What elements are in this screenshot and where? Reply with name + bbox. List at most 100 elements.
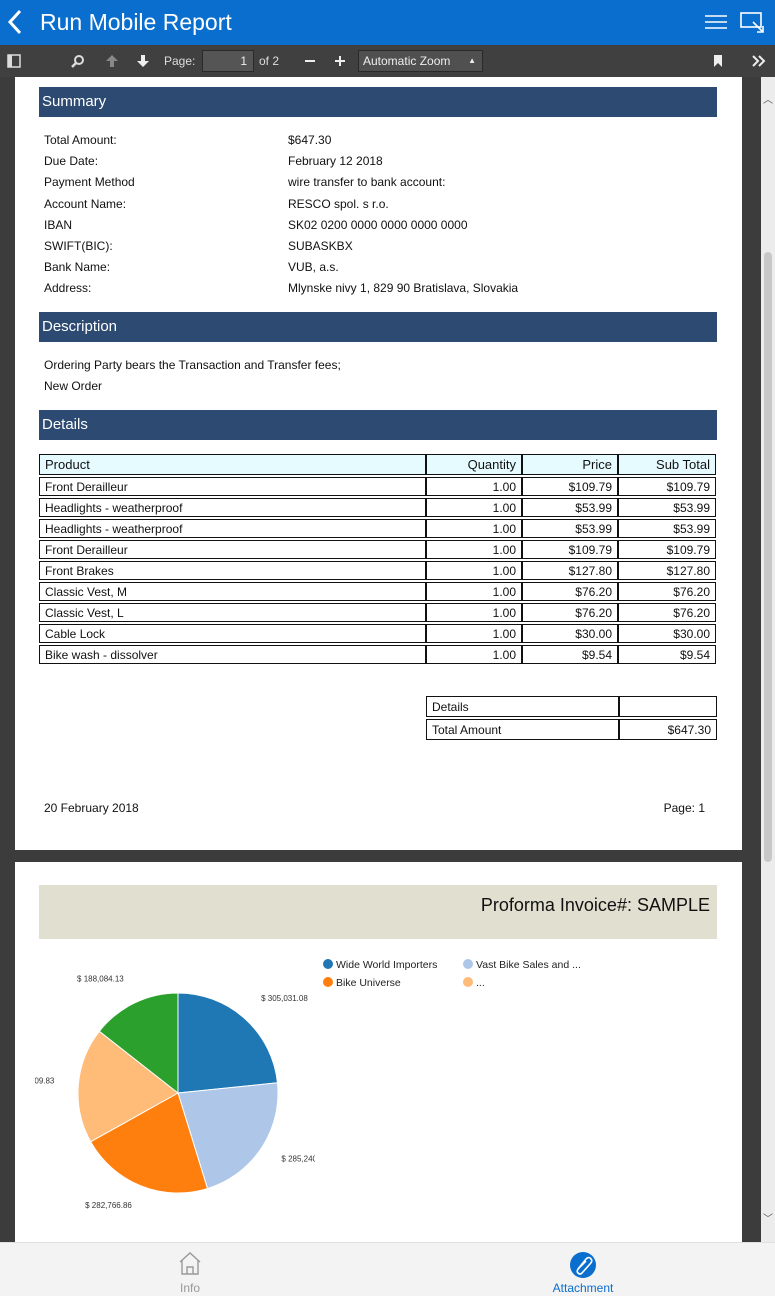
summary-value: Mlynske nivy 1, 829 90 Bratislava, Slova…: [288, 281, 519, 295]
pie-chart: $ 305,031.08 $ 285,240.95 $ 282,766.86 243,…: [35, 974, 315, 1210]
zoom-out-icon[interactable]: [300, 50, 320, 72]
table-cell: $109.79: [522, 540, 618, 559]
next-page-icon[interactable]: [133, 50, 153, 72]
summary-label: Bank Name:: [44, 260, 111, 274]
legend-label: Vast Bike Sales and ...: [476, 959, 581, 971]
report-page-2: Proforma Invoice#: SAMPLE Wide World Imp…: [15, 862, 742, 1242]
pie-slice: [177, 992, 279, 1094]
totals-row: Details: [426, 696, 717, 717]
page-count: of 2: [259, 54, 280, 68]
table-row: Headlights - weatherproof 1.00 $53.99 $5…: [39, 498, 716, 517]
summary-value: SUBASKBX: [288, 239, 353, 253]
bottom-navigation: Info Attachment: [0, 1242, 775, 1296]
app-header: Run Mobile Report: [0, 0, 775, 45]
nav-info[interactable]: Info: [110, 1243, 270, 1296]
summary-label: Total Amount:: [44, 133, 117, 147]
page-number-input[interactable]: 1: [202, 50, 254, 72]
summary-value: February 12 2018: [288, 154, 383, 168]
table-cell: $30.00: [522, 624, 618, 643]
back-arrow-icon[interactable]: [4, 7, 28, 37]
table-row: Cable Lock 1.00 $30.00 $30.00: [39, 624, 716, 643]
legend-swatch: [463, 977, 473, 987]
table-cell: $53.99: [522, 519, 618, 538]
table-cell: 1.00: [426, 519, 522, 538]
invoice-title-bar: Proforma Invoice#: SAMPLE: [39, 885, 717, 939]
table-cell: Front Brakes: [39, 561, 426, 580]
bookmark-icon[interactable]: [709, 50, 727, 72]
table-cell: $76.20: [522, 603, 618, 622]
table-cell: $9.54: [522, 645, 618, 664]
pdf-toolbar: Page: 1 of 2 Automatic Zoom ▲: [0, 45, 775, 77]
description-line: New Order: [44, 379, 103, 393]
footer-page-number: Page: 1: [663, 801, 705, 815]
document-viewer[interactable]: Summary Total Amount: $647.30 Due Date: …: [0, 77, 775, 1242]
table-cell: $109.79: [522, 477, 618, 496]
legend-label: Bike Universe: [336, 977, 401, 989]
table-cell: Front Derailleur: [39, 477, 426, 496]
summary-label: Address:: [44, 281, 92, 295]
totals-table: Details Total Amount $647.30: [426, 694, 717, 742]
table-cell: 1.00: [426, 582, 522, 601]
table-header-row: Product Quantity Price Sub Total: [39, 454, 716, 475]
table-row: Classic Vest, L 1.00 $76.20 $76.20: [39, 603, 716, 622]
table-row: Front Brakes 1.00 $127.80 $127.80: [39, 561, 716, 580]
open-external-icon[interactable]: [739, 10, 765, 34]
zoom-in-icon[interactable]: [330, 50, 350, 72]
legend-label: Wide World Importers: [336, 959, 438, 971]
legend-item: Bike Universe: [323, 977, 401, 989]
legend-item: Wide World Importers: [323, 959, 437, 971]
table-cell: Headlights - weatherproof: [39, 519, 426, 538]
summary-label: SWIFT(BIC):: [44, 239, 113, 253]
summary-value: SK02 0200 0000 0000 0000 0000: [288, 218, 468, 232]
scrollbar-thumb[interactable]: [764, 252, 772, 862]
table-cell: Classic Vest, L: [39, 603, 426, 622]
table-cell: 1.00: [426, 477, 522, 496]
summary-value: wire transfer to bank account:: [288, 175, 446, 189]
select-arrows-icon: ▲: [468, 56, 476, 65]
summary-label: Account Name:: [44, 197, 127, 211]
search-icon[interactable]: [68, 50, 88, 72]
table-cell: $76.20: [618, 603, 716, 622]
vertical-scrollbar[interactable]: ︿ ﹀: [761, 77, 775, 1242]
app-title: Run Mobile Report: [40, 9, 232, 35]
zoom-select-value: Automatic Zoom: [363, 54, 451, 68]
summary-value: $647.30: [288, 133, 332, 147]
nav-attachment[interactable]: Attachment: [503, 1243, 663, 1296]
summary-label: Due Date:: [44, 154, 99, 168]
column-header: Product: [39, 454, 426, 475]
table-row: Front Derailleur 1.00 $109.79 $109.79: [39, 477, 716, 496]
table-cell: $109.79: [618, 540, 716, 559]
nav-attachment-label: Attachment: [552, 1281, 614, 1295]
table-cell: Classic Vest, M: [39, 582, 426, 601]
table-cell: $127.80: [618, 561, 716, 580]
table-cell: Headlights - weatherproof: [39, 498, 426, 517]
table-cell: $76.20: [618, 582, 716, 601]
table-cell: $76.20: [522, 582, 618, 601]
pie-slice-label: 243,809.83: [35, 1076, 55, 1085]
table-cell: $127.80: [522, 561, 618, 580]
previous-page-icon[interactable]: [102, 50, 122, 72]
legend-item: ...: [463, 977, 485, 989]
legend-swatch: [463, 959, 473, 969]
legend-swatch: [323, 977, 333, 987]
legend-swatch: [323, 959, 333, 969]
table-row: Bike wash - dissolver 1.00 $9.54 $9.54: [39, 645, 716, 664]
table-row: Headlights - weatherproof 1.00 $53.99 $5…: [39, 519, 716, 538]
invoice-title: Proforma Invoice#: SAMPLE: [480, 895, 710, 915]
scroll-down-icon[interactable]: ﹀: [763, 1210, 773, 1225]
details-header: Details: [39, 410, 717, 440]
zoom-select[interactable]: Automatic Zoom ▲: [358, 50, 483, 72]
totals-label: Total Amount: [426, 719, 619, 740]
hamburger-menu-icon[interactable]: [704, 13, 728, 31]
summary-value: VUB, a.s.: [288, 260, 339, 274]
table-cell: 1.00: [426, 561, 522, 580]
pie-slice-label: $ 285,240.95: [281, 1154, 315, 1163]
summary-value: RESCO spol. s r.o.: [288, 197, 389, 211]
table-cell: 1.00: [426, 603, 522, 622]
scroll-up-icon[interactable]: ︿: [763, 91, 773, 106]
totals-value: $647.30: [619, 719, 717, 740]
description-line: Ordering Party bears the Transaction and…: [44, 358, 341, 372]
pie-slice-label: $ 282,766.86: [85, 1201, 132, 1210]
more-tools-icon[interactable]: [749, 50, 769, 72]
sidebar-toggle-icon[interactable]: [4, 50, 24, 72]
